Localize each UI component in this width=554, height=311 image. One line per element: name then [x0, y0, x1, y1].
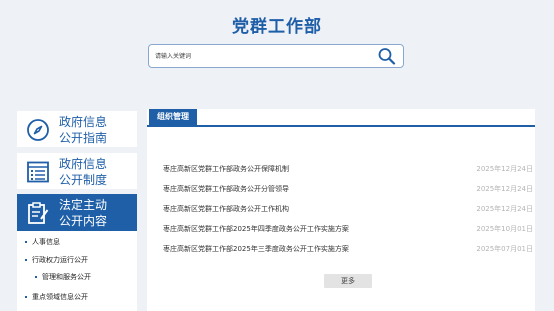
- tab-bar: 组织管理: [147, 109, 535, 127]
- list-item[interactable]: 枣庄高新区党群工作部2025年三季度政务公开工作实施方案 2025年07月01日: [163, 243, 533, 255]
- sidebar-item-content[interactable]: 法定主动 公开内容: [17, 194, 137, 231]
- bullet-icon: [35, 276, 37, 278]
- list-item[interactable]: 枣庄高新区党群工作部政务公开分管领导 2025年12月24日: [163, 183, 533, 195]
- search-icon: [378, 48, 396, 65]
- list-item-title[interactable]: 枣庄高新区党群工作部政务公开分管领导: [163, 183, 289, 195]
- bullet-icon: [25, 241, 27, 243]
- page-title: 党群工作部: [232, 17, 322, 37]
- sidebar-item-system[interactable]: 政府信息 公开制度: [17, 153, 137, 189]
- list-item-date: 2025年12月24日: [476, 165, 533, 173]
- list-item[interactable]: 枣庄高新区党群工作部政务公开工作机构 2025年12月24日: [163, 203, 533, 215]
- sub-item-key-areas[interactable]: 重点领域信息公开: [25, 292, 88, 302]
- sub-item-personnel[interactable]: 人事信息: [25, 237, 60, 247]
- clipboard-edit-icon: [28, 202, 49, 224]
- list-item-date: 2025年12月24日: [476, 185, 533, 193]
- sidebar-item-guide[interactable]: 政府信息 公开指南: [17, 111, 137, 147]
- sub-item-management-service[interactable]: 管理和服务公开: [35, 272, 91, 282]
- list-item-date: 2025年10月01日: [476, 225, 533, 233]
- search-button[interactable]: [377, 47, 397, 65]
- sub-item-administrative-power[interactable]: 行政权力运行公开: [25, 255, 88, 265]
- more-button[interactable]: 更多: [324, 274, 372, 288]
- content-panel: 组织管理 枣庄高新区党群工作部政务公开保障机制 2025年12月24日 枣庄高新…: [147, 109, 535, 311]
- list-item-title[interactable]: 枣庄高新区党群工作部政务公开保障机制: [163, 163, 289, 175]
- bullet-icon: [25, 259, 27, 261]
- list-item-title[interactable]: 枣庄高新区党群工作部政务公开工作机构: [163, 203, 289, 215]
- search-input[interactable]: [155, 49, 365, 63]
- list-item[interactable]: 枣庄高新区党群工作部2025年四季度政务公开工作实施方案 2025年10月01日: [163, 223, 533, 235]
- sidebar-sub-list: 人事信息 行政权力运行公开 管理和服务公开 重点领域信息公开: [17, 231, 137, 311]
- list-item[interactable]: 枣庄高新区党群工作部政务公开保障机制 2025年12月24日: [163, 163, 533, 175]
- sidebar-item-label: 政府信息 公开制度: [59, 157, 108, 187]
- sidebar-item-label: 法定主动 公开内容: [59, 198, 108, 228]
- bullet-icon: [25, 296, 27, 298]
- compass-icon: [27, 119, 49, 141]
- sidebar-item-label: 政府信息 公开指南: [59, 115, 108, 145]
- tab-organization-management[interactable]: 组织管理: [149, 109, 197, 125]
- list-item-date: 2025年07月01日: [476, 245, 533, 253]
- search-bar: [148, 44, 404, 68]
- list-item-title[interactable]: 枣庄高新区党群工作部2025年三季度政务公开工作实施方案: [163, 243, 349, 255]
- list-item-date: 2025年12月24日: [476, 205, 533, 213]
- list-document-icon: [27, 161, 49, 183]
- list-item-title[interactable]: 枣庄高新区党群工作部2025年四季度政务公开工作实施方案: [163, 223, 349, 235]
